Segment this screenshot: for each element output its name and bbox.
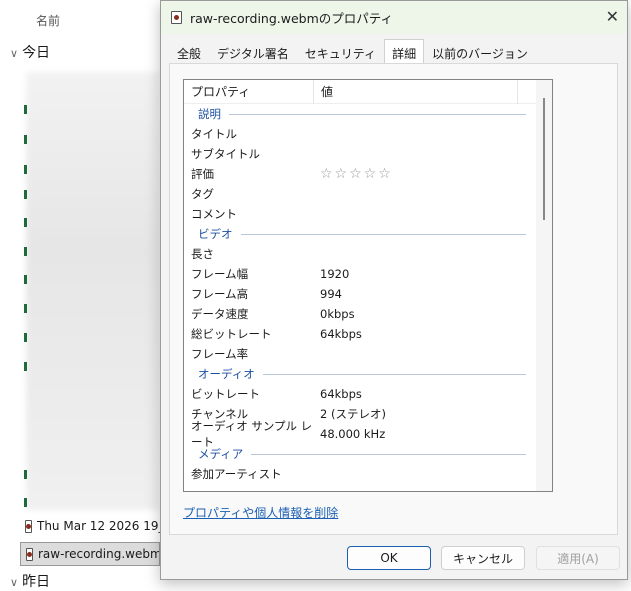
title-bar: raw-recording.webmのプロパティ <box>161 1 627 34</box>
file-type-marker <box>24 247 27 256</box>
property-name: 長さ <box>191 247 214 261</box>
property-row[interactable]: オーディオ サンプル レート 48.000 kHz <box>184 419 552 449</box>
property-row[interactable]: フレーム率 <box>184 344 552 364</box>
file-type-marker <box>24 470 27 479</box>
property-row[interactable]: 総ビットレート 64kbps <box>184 324 552 344</box>
file-item[interactable]: Thu Mar 12 2026 19_02 <box>20 514 160 538</box>
property-value: 2 (ステレオ) <box>320 407 386 421</box>
property-row[interactable]: フレーム高 994 <box>184 284 552 304</box>
section-header: 説明 <box>184 104 552 124</box>
file-type-marker <box>24 135 27 144</box>
section-header: ビデオ <box>184 224 552 244</box>
property-row[interactable]: ビットレート 64kbps <box>184 384 552 404</box>
property-name: 総ビットレート <box>191 327 272 341</box>
chevron-down-icon: ∨ <box>10 576 19 589</box>
tab-bar: 全般 デジタル署名 セキュリティ 詳細 以前のバージョン <box>169 39 536 64</box>
section-header: オーディオ <box>184 364 552 384</box>
column-header-property[interactable]: プロパティ <box>184 80 314 104</box>
column-header-value[interactable]: 値 <box>314 80 518 104</box>
rating-stars[interactable]: ☆☆☆☆☆ <box>314 166 393 182</box>
scrollbar-thumb[interactable] <box>543 98 545 220</box>
property-value: 1920 <box>320 267 350 281</box>
property-value: 64kbps <box>320 387 362 401</box>
file-type-marker <box>24 218 27 227</box>
property-name: タイトル <box>191 127 237 141</box>
property-name: フレーム幅 <box>191 267 249 281</box>
section-title: 説明 <box>198 107 221 121</box>
section-header: メディア <box>184 444 552 464</box>
section-title: オーディオ <box>198 367 255 381</box>
file-type-marker <box>24 105 27 114</box>
property-row[interactable]: 長さ <box>184 244 552 264</box>
property-name: ビットレート <box>191 387 260 401</box>
property-row[interactable]: 評価 ☆☆☆☆☆ <box>184 164 552 184</box>
property-name: サブタイトル <box>191 147 260 161</box>
property-list[interactable]: プロパティ 値 説明タイトルサブタイトル 評価 ☆☆☆☆☆ タグコメントビデオ長さフレ… <box>183 79 553 492</box>
property-name: フレーム高 <box>191 287 249 301</box>
chevron-down-icon: ∨ <box>10 47 19 60</box>
apply-button[interactable]: 適用(A) <box>536 546 620 570</box>
file-type-marker <box>24 498 27 507</box>
properties-dialog: raw-recording.webmのプロパティ ✕ 全般 デジタル署名 セキュリテ… <box>160 0 628 580</box>
section-title: メディア <box>198 447 244 461</box>
ok-button[interactable]: OK <box>347 546 431 570</box>
property-name: タグ <box>191 187 214 201</box>
property-row[interactable]: タイトル <box>184 124 552 144</box>
tab-2[interactable]: セキュリティ <box>297 41 384 64</box>
property-row[interactable]: データ速度 0kbps <box>184 304 552 324</box>
property-name: データ速度 <box>191 307 249 321</box>
scrollbar[interactable] <box>536 80 552 491</box>
property-value: 64kbps <box>320 327 362 341</box>
file-type-marker <box>24 190 27 199</box>
close-icon[interactable]: ✕ <box>606 7 619 26</box>
section-title: ビデオ <box>198 227 233 241</box>
property-row[interactable]: 参加アーティスト <box>184 464 552 484</box>
property-row[interactable]: タグ <box>184 184 552 204</box>
property-name: 参加アーティスト <box>191 467 282 481</box>
tab-1[interactable]: デジタル署名 <box>209 41 297 64</box>
video-file-icon <box>171 11 182 24</box>
property-name: フレーム率 <box>191 347 249 361</box>
remove-properties-link[interactable]: プロパティや個人情報を削除 <box>183 504 338 521</box>
property-row[interactable]: サブタイトル <box>184 144 552 164</box>
group-yesterday[interactable]: ∨ 昨日 <box>10 571 50 591</box>
group-today[interactable]: ∨ 今日 <box>10 42 50 62</box>
property-name: コメント <box>191 207 237 221</box>
file-type-marker <box>24 165 27 174</box>
tab-4[interactable]: 以前のバージョン <box>424 41 536 64</box>
property-name: 評価 <box>191 167 214 181</box>
property-row[interactable]: フレーム幅 1920 <box>184 264 552 284</box>
list-header: プロパティ 値 <box>184 80 552 104</box>
video-file-icon <box>25 519 32 533</box>
cancel-button[interactable]: キャンセル <box>441 546 525 570</box>
tab-0[interactable]: 全般 <box>169 41 209 64</box>
file-type-marker <box>24 304 27 313</box>
property-value: 0kbps <box>320 307 355 321</box>
dialog-title: raw-recording.webmのプロパティ <box>190 11 394 26</box>
property-value: 48.000 kHz <box>320 427 386 441</box>
file-type-marker <box>24 333 27 342</box>
blurred-file-list <box>26 72 160 510</box>
tab-3[interactable]: 詳細 <box>384 39 425 64</box>
column-header-name[interactable]: 名前 <box>36 12 60 29</box>
property-row[interactable]: コメント <box>184 204 552 224</box>
file-type-marker <box>24 362 27 371</box>
video-file-icon <box>26 547 33 561</box>
file-type-marker <box>24 275 27 284</box>
property-value: 994 <box>320 287 342 301</box>
file-item-selected[interactable]: raw-recording.webm <box>20 542 160 566</box>
